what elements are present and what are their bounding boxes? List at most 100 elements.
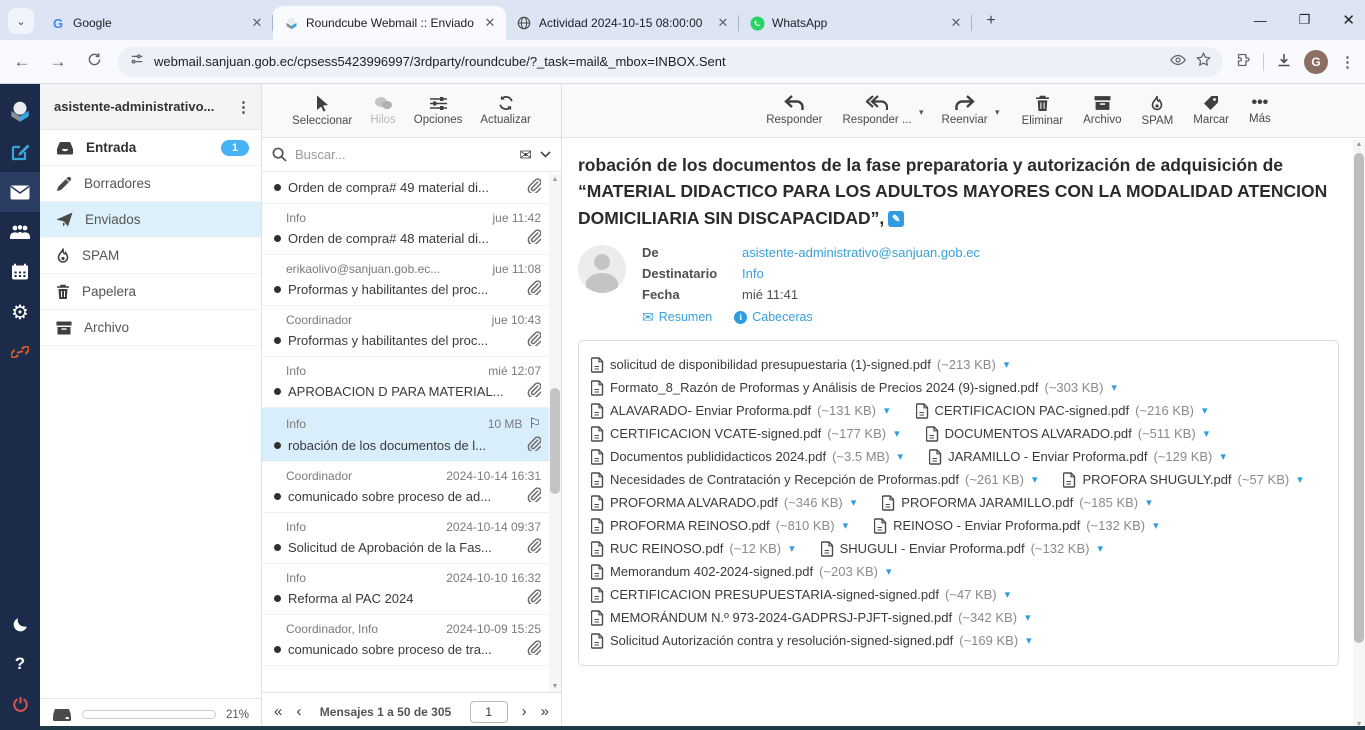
- attachment-menu-caret-icon[interactable]: ▾: [1032, 473, 1038, 486]
- attachment-menu-caret-icon[interactable]: ▾: [1005, 588, 1011, 601]
- contacts-nav-button[interactable]: [0, 212, 40, 252]
- attachment-item[interactable]: solicitud de disponibilidad presupuestar…: [591, 357, 1009, 373]
- calendar-nav-button[interactable]: [0, 252, 40, 292]
- folder-entrada[interactable]: Entrada 1: [40, 130, 261, 166]
- attachment-item[interactable]: Documentos publididacticos 2024.pdf(~3.5…: [591, 449, 903, 465]
- reading-pane-scrollbar[interactable]: ▲ ▼: [1353, 139, 1365, 730]
- message-row[interactable]: Info2024-10-10 16:32Reforma al PAC 2024: [262, 564, 549, 615]
- search-bar[interactable]: Buscar... ✉: [262, 138, 561, 172]
- attachment-item[interactable]: REINOSO - Enviar Proforma.pdf(~132 KB)▾: [874, 518, 1159, 534]
- compose-button[interactable]: [0, 132, 40, 172]
- attachment-menu-caret-icon[interactable]: ▾: [1220, 450, 1226, 463]
- message-row[interactable]: Info10 MB⚐robación de los documentos de …: [262, 408, 549, 462]
- message-row[interactable]: Orden de compra# 49 material di...: [262, 172, 549, 204]
- folder-borradores[interactable]: Borradores: [40, 166, 261, 202]
- browser-menu-kebab-icon[interactable]: ⋮: [1340, 53, 1355, 71]
- account-menu-kebab-icon[interactable]: ⋮: [235, 98, 253, 116]
- window-maximize-button[interactable]: ❐: [1299, 12, 1311, 28]
- attachment-menu-caret-icon[interactable]: ▾: [1204, 427, 1210, 440]
- attachment-menu-caret-icon[interactable]: ▾: [1111, 381, 1117, 394]
- window-close-button[interactable]: ✕: [1342, 11, 1355, 29]
- next-page-button[interactable]: ›: [522, 703, 527, 720]
- message-row[interactable]: Coordinador2024-10-14 16:31comunicado so…: [262, 462, 549, 513]
- forward-button[interactable]: Reenviar ▾: [942, 95, 988, 126]
- attachment-menu-caret-icon[interactable]: ▾: [1153, 519, 1159, 532]
- attachment-item[interactable]: PROFORMA ALVARADO.pdf(~346 KB)▾: [591, 495, 856, 511]
- new-tab-button[interactable]: +: [978, 8, 1004, 34]
- message-row[interactable]: Infomié 12:07APROBACION D PARA MATERIAL.…: [262, 357, 549, 408]
- attachment-item[interactable]: PROFORA SHUGULY.pdf(~57 KB)▾: [1063, 472, 1302, 488]
- attachment-menu-caret-icon[interactable]: ▾: [1004, 358, 1010, 371]
- page-number-input[interactable]: 1: [470, 701, 508, 723]
- mail-nav-button[interactable]: [0, 172, 40, 212]
- dark-mode-moon-icon[interactable]: [0, 604, 40, 644]
- attachment-menu-caret-icon[interactable]: ▾: [1297, 473, 1303, 486]
- attachment-item[interactable]: Formato_8_Razón de Proformas y Análisis …: [591, 380, 1117, 396]
- summary-link[interactable]: ✉Resumen: [642, 309, 712, 326]
- attachment-menu-caret-icon[interactable]: ▾: [898, 450, 904, 463]
- attachment-item[interactable]: Solicitud Autorización contra y resoluci…: [591, 633, 1032, 649]
- tab-close-icon[interactable]: ✕: [482, 15, 498, 31]
- attachment-item[interactable]: Necesidades de Contratación y Recepción …: [591, 472, 1037, 488]
- attachment-menu-caret-icon[interactable]: ▾: [894, 427, 900, 440]
- message-row[interactable]: Infojue 11:42Orden de compra# 48 materia…: [262, 204, 549, 255]
- attachment-menu-caret-icon[interactable]: ▾: [884, 404, 890, 417]
- reply-all-button[interactable]: Responder ... ▾: [843, 95, 912, 126]
- browser-profile-avatar[interactable]: G: [1304, 50, 1328, 74]
- attachment-menu-caret-icon[interactable]: ▾: [1025, 611, 1031, 624]
- attachment-item[interactable]: SHUGULI - Enviar Proforma.pdf(~132 KB)▾: [821, 541, 1103, 557]
- attachment-item[interactable]: CERTIFICACION PRESUPUESTARIA-signed-sign…: [591, 587, 1010, 603]
- message-list-scrollbar[interactable]: ▲ ▼: [549, 174, 561, 692]
- forward-menu-caret[interactable]: ▾: [995, 107, 1000, 118]
- tab-close-icon[interactable]: ✕: [948, 15, 964, 31]
- options-button[interactable]: Opciones: [414, 96, 463, 126]
- preview-eye-icon[interactable]: [1170, 53, 1186, 71]
- search-scope-mail-icon[interactable]: ✉: [519, 146, 532, 164]
- settings-nav-button[interactable]: ⚙: [0, 292, 40, 332]
- window-minimize-button[interactable]: —: [1254, 13, 1267, 28]
- archive-button[interactable]: Archivo: [1083, 95, 1121, 126]
- delete-button[interactable]: Eliminar: [1022, 95, 1064, 127]
- attachment-item[interactable]: DOCUMENTOS ALVARADO.pdf(~511 KB)▾: [926, 426, 1210, 442]
- attachment-item[interactable]: MEMORÁNDUM N.º 973-2024-GADPRSJ-PJFT-sig…: [591, 610, 1031, 626]
- prev-page-button[interactable]: ‹: [296, 703, 301, 720]
- select-button[interactable]: Seleccionar: [292, 95, 352, 127]
- tab-google[interactable]: G Google ✕: [40, 6, 273, 40]
- headers-link[interactable]: iCabeceras: [734, 310, 812, 324]
- message-row[interactable]: Info2024-10-14 09:37Solicitud de Aprobac…: [262, 513, 549, 564]
- tab-search-chevron-icon[interactable]: ⌄: [8, 8, 34, 34]
- tab-roundcube[interactable]: Roundcube Webmail :: Enviado: ✕: [273, 6, 506, 40]
- to-address-link[interactable]: Info: [742, 266, 764, 281]
- from-address-link[interactable]: asistente-administrativo@sanjuan.gob.ec: [742, 245, 980, 260]
- attachment-menu-caret-icon[interactable]: ▾: [1097, 542, 1103, 555]
- attachment-menu-caret-icon[interactable]: ▾: [843, 519, 849, 532]
- forward-button[interactable]: →: [46, 52, 70, 72]
- attachment-item[interactable]: ALAVARADO- Enviar Proforma.pdf(~131 KB)▾: [591, 403, 890, 419]
- reload-button[interactable]: [82, 52, 106, 72]
- bookmark-star-icon[interactable]: [1196, 52, 1211, 72]
- mark-button[interactable]: Marcar: [1193, 95, 1229, 126]
- attachment-menu-caret-icon[interactable]: ▾: [1026, 634, 1032, 647]
- last-page-button[interactable]: »: [541, 703, 549, 720]
- cpanel-link-icon[interactable]: [0, 332, 40, 372]
- attachment-item[interactable]: Memorandum 402-2024-signed.pdf(~203 KB)▾: [591, 564, 892, 580]
- attachment-menu-caret-icon[interactable]: ▾: [851, 496, 857, 509]
- attachment-item[interactable]: JARAMILLO - Enviar Proforma.pdf(~129 KB)…: [929, 449, 1226, 465]
- extensions-icon[interactable]: [1235, 52, 1251, 72]
- attachment-item[interactable]: PROFORMA REINOSO.pdf(~810 KB)▾: [591, 518, 848, 534]
- downloads-icon[interactable]: [1276, 52, 1292, 72]
- attachment-menu-caret-icon[interactable]: ▾: [1202, 404, 1208, 417]
- back-button[interactable]: ←: [10, 52, 34, 72]
- edit-subject-icon[interactable]: ✎: [888, 211, 904, 227]
- attachment-item[interactable]: CERTIFICACION VCATE-signed.pdf(~177 KB)▾: [591, 426, 900, 442]
- tab-close-icon[interactable]: ✕: [715, 15, 731, 31]
- spam-button[interactable]: SPAM: [1141, 95, 1173, 127]
- tab-actividad[interactable]: Actividad 2024-10-15 08:00:00 ✕: [506, 6, 739, 40]
- reply-button[interactable]: Responder: [766, 95, 822, 126]
- folder-papelera[interactable]: Papelera: [40, 274, 261, 310]
- attachment-menu-caret-icon[interactable]: ▾: [789, 542, 795, 555]
- refresh-button[interactable]: Actualizar: [480, 95, 531, 126]
- message-row[interactable]: erikaolivo@sanjuan.gob.ec...jue 11:08Pro…: [262, 255, 549, 306]
- tab-close-icon[interactable]: ✕: [249, 15, 265, 31]
- search-options-chevron-icon[interactable]: [540, 151, 551, 158]
